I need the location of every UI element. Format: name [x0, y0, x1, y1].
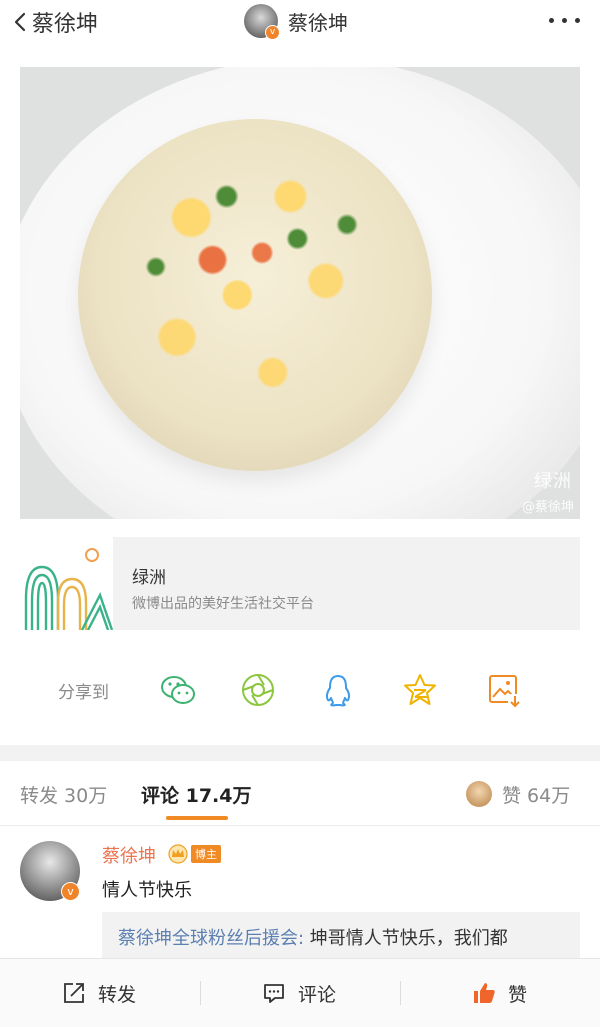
qq-icon[interactable]	[318, 670, 358, 710]
save-image-icon[interactable]	[484, 670, 524, 710]
back-label: 蔡徐坤	[32, 12, 99, 37]
dot-icon	[549, 18, 554, 23]
link-card-description: 微博出品的美好生活社交平台	[132, 596, 314, 612]
liker-avatar	[466, 781, 492, 807]
page-title: 蔡徐坤	[288, 10, 348, 35]
oasis-logo-icon	[20, 537, 114, 631]
comment-item: v 蔡徐坤 博主 情人节快乐 蔡徐坤全球粉丝后援会: 坤哥情人节快乐，我们都	[0, 826, 600, 972]
chevron-left-icon	[14, 12, 26, 32]
top-navigation-bar: 蔡徐坤 v 蔡徐坤	[0, 0, 600, 44]
comment-icon	[264, 984, 284, 1003]
comment-button[interactable]: 评论	[262, 959, 336, 1027]
wechat-icon[interactable]	[158, 670, 198, 710]
comment-author[interactable]: 蔡徐坤	[102, 842, 156, 868]
image-watermark-brand: 绿洲	[534, 471, 572, 492]
dot-icon	[575, 18, 580, 23]
thumbs-up-icon	[474, 983, 495, 1003]
author-badge: 博主	[191, 845, 221, 863]
interaction-tabs: 转发 30万 评论 17.4万 赞 64万	[0, 761, 600, 826]
tab-comments[interactable]: 评论 17.4万	[141, 781, 252, 808]
avatar[interactable]: v	[20, 841, 80, 901]
image-watermark-user: @蔡徐坤	[521, 500, 574, 515]
link-card-title: 绿洲	[132, 568, 166, 588]
tab-likes[interactable]: 赞 64万	[502, 781, 570, 808]
repost-icon	[64, 983, 84, 1003]
more-options-button[interactable]	[549, 18, 580, 23]
repost-label: 转发	[98, 983, 137, 1006]
reply-author[interactable]: 蔡徐坤全球粉丝后援会:	[118, 928, 304, 949]
tab-repost[interactable]: 转发 30万	[20, 781, 107, 808]
qzone-star-icon[interactable]	[400, 670, 440, 710]
comment-label: 评论	[298, 983, 337, 1006]
active-tab-indicator	[166, 816, 228, 820]
like-label: 赞	[508, 983, 528, 1006]
avatar[interactable]: v	[244, 4, 280, 40]
section-divider	[0, 745, 600, 761]
post-image[interactable]: 绿洲 @蔡徐坤	[20, 67, 580, 519]
verified-badge-icon: v	[61, 882, 80, 901]
header-profile[interactable]: v 蔡徐坤	[244, 4, 348, 40]
divider	[400, 981, 401, 1005]
repost-button[interactable]: 转发	[62, 959, 136, 1027]
share-label: 分享到	[58, 683, 109, 703]
reply-line: 蔡徐坤全球粉丝后援会: 坤哥情人节快乐，我们都	[118, 924, 508, 950]
share-row: 分享到	[0, 660, 600, 720]
dot-icon	[562, 18, 567, 23]
verified-badge-icon: v	[265, 25, 280, 40]
comment-text: 情人节快乐	[102, 880, 192, 901]
like-button[interactable]: 赞	[472, 959, 527, 1027]
crown-icon	[168, 844, 188, 864]
bottom-action-bar: 转发 评论 赞	[0, 958, 600, 1027]
moments-icon[interactable]	[238, 670, 278, 710]
divider	[200, 981, 201, 1005]
reply-text: 坤哥情人节快乐，我们都	[304, 928, 508, 949]
link-card[interactable]: 绿洲 微博出品的美好生活社交平台	[20, 537, 580, 631]
back-button[interactable]: 蔡徐坤	[14, 6, 98, 38]
fried-rice	[78, 119, 432, 471]
